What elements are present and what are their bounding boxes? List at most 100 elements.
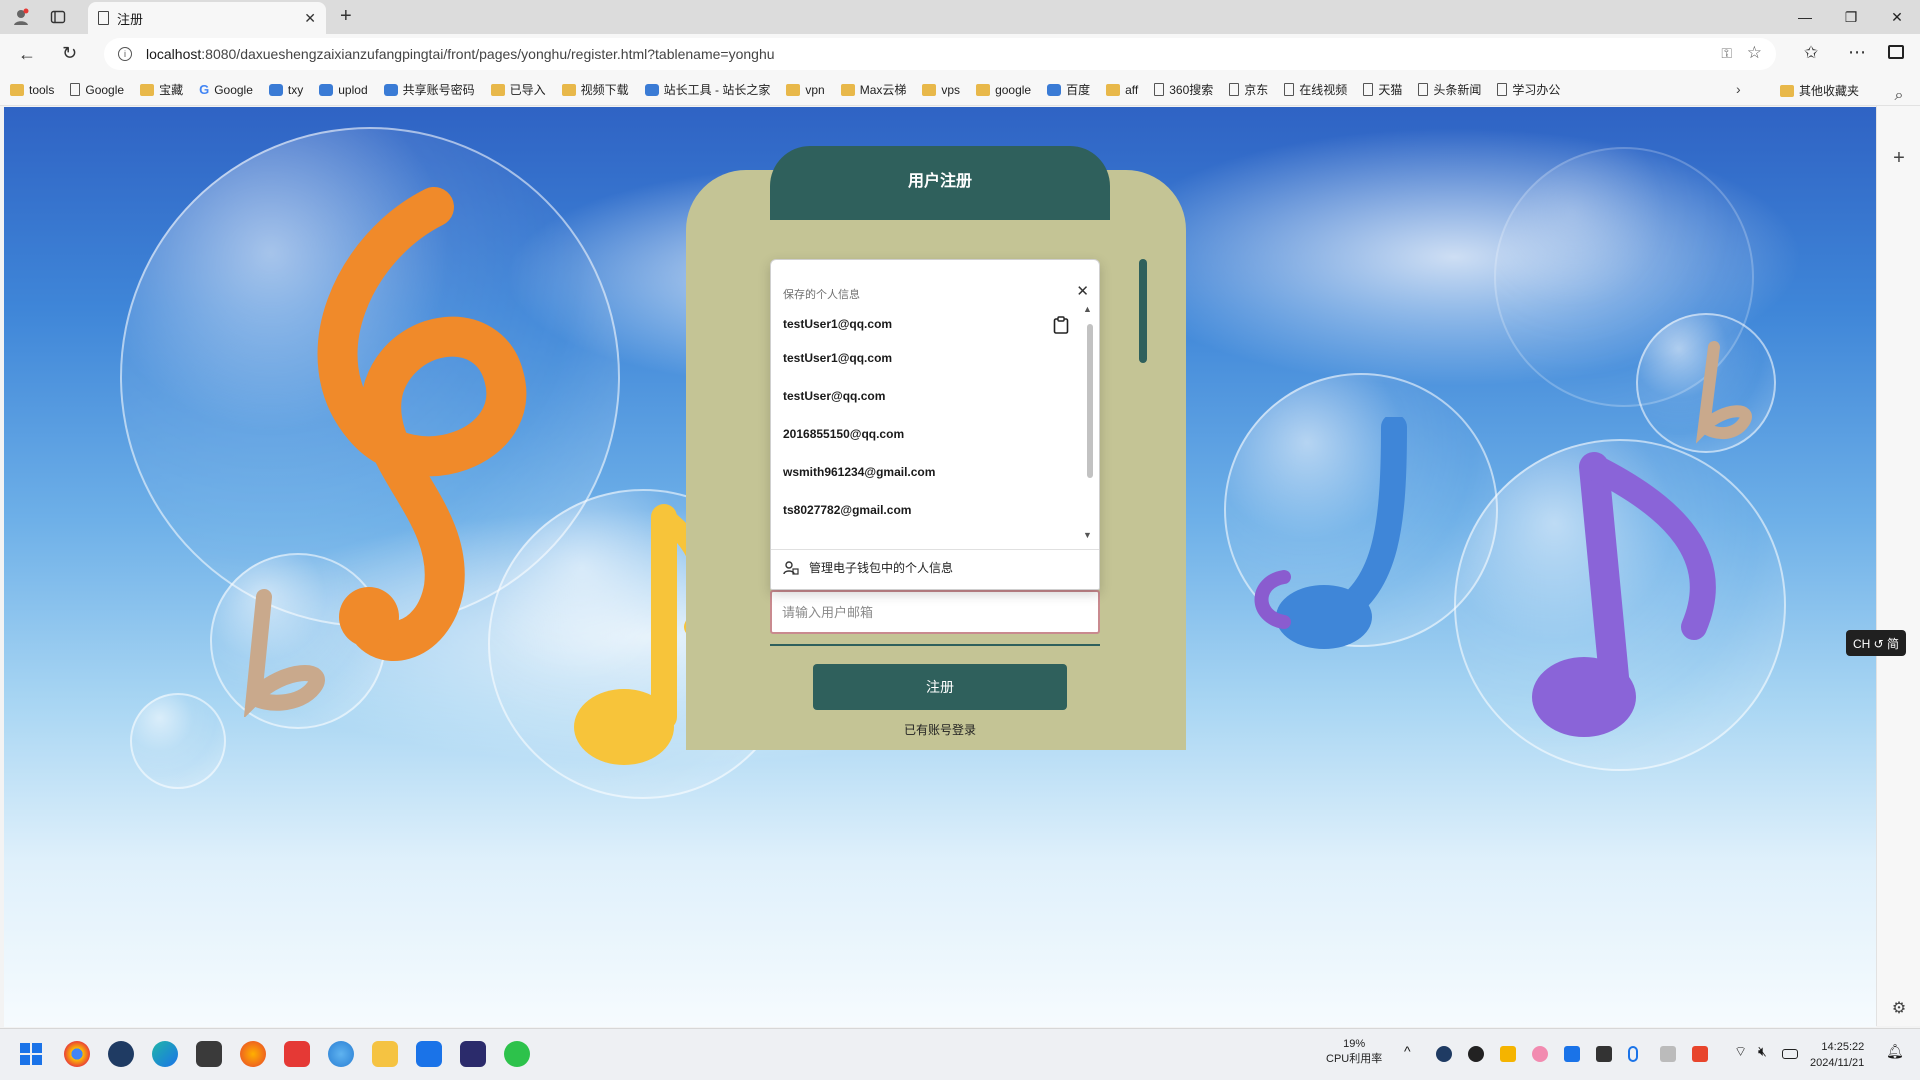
microphone-icon[interactable] [1628,1046,1638,1062]
tray-app-icon[interactable] [1436,1046,1452,1062]
favorites-icon[interactable]: ✩ [1804,43,1818,63]
clock[interactable]: 14:25:22 2024/11/21 [1810,1039,1864,1071]
back-icon[interactable]: ← [18,44,36,65]
form-scrollbar[interactable] [1139,259,1147,363]
login-link[interactable]: 已有账号登录 [870,721,1010,738]
bookmark-item[interactable]: 学习办公 [1497,81,1560,98]
bookmark-item[interactable]: 已导入 [490,81,546,98]
bookmark-item[interactable]: 天猫 [1363,81,1402,98]
bookmark-item[interactable]: 头条新闻 [1418,81,1481,98]
bookmark-item[interactable]: 共享账号密码 [383,81,475,98]
sublime-icon[interactable] [196,1041,222,1067]
more-icon[interactable]: ⋯ [1848,42,1866,63]
file-explorer-icon[interactable] [372,1041,398,1067]
firefox-icon[interactable] [240,1041,266,1067]
cpu-usage[interactable]: 19% CPU利用率 [1326,1037,1382,1067]
folder-icon [976,83,991,96]
bookmarks-overflow-icon[interactable]: › [1736,81,1741,97]
bookmarks-bar: tools Google 宝藏 G Google txy uplod 共享账号密码… [0,74,1920,106]
bookmark-item[interactable]: google [976,83,1031,97]
edge-icon[interactable] [152,1041,178,1067]
add-icon[interactable]: + [1889,147,1909,169]
bookmark-item[interactable]: 宝藏 [140,81,183,98]
refresh-icon[interactable]: ↻ [62,43,77,64]
sidebar-toggle-icon[interactable] [1888,45,1904,59]
tray-app-icon[interactable] [1692,1046,1708,1062]
notification-icon[interactable]: 🔔︎ [1886,1043,1904,1060]
close-window-icon[interactable]: ✕ [1874,0,1920,34]
bookmark-item[interactable]: vps [922,83,960,97]
bookmark-item[interactable]: uplod [319,83,368,97]
close-icon[interactable]: ✕ [1076,282,1089,300]
vpn-app-icon[interactable] [108,1041,134,1067]
restore-icon[interactable]: ❐ [1828,0,1874,34]
bookmark-item[interactable]: vpn [786,83,825,97]
bookmark-item[interactable]: txy [268,83,303,97]
tray-expand-icon[interactable]: ^ [1404,1043,1411,1059]
bookmark-item[interactable]: 百度 [1047,81,1090,98]
intellij-icon[interactable] [460,1041,486,1067]
profile-icon[interactable] [12,8,30,26]
gear-icon[interactable]: ⚙ [1889,998,1909,1018]
bookmark-item[interactable]: tools [10,83,54,97]
autofill-option[interactable]: testUser1@qq.com [783,351,892,365]
bookmark-item[interactable]: 站长工具 - 站长之家 [644,81,770,98]
clipboard-icon[interactable] [1053,316,1069,334]
site-info-icon[interactable]: i [118,47,132,61]
bookmark-item[interactable]: Google [70,83,124,97]
other-bookmarks[interactable]: 其他收藏夹 [1780,82,1859,99]
volume-icon[interactable]: 🔇︎ [1758,1043,1767,1060]
bookmark-item[interactable]: 在线视频 [1284,81,1347,98]
autofill-scrollbar[interactable] [1087,324,1093,478]
autofill-option[interactable]: testUser1@qq.com [783,317,892,331]
tab-register[interactable]: 注册 ✕ [88,2,326,34]
search-icon[interactable]: ⌕ [1889,86,1909,106]
tray-app-icon[interactable] [1500,1046,1516,1062]
minimize-icon[interactable]: — [1782,0,1828,34]
bookmark-item[interactable]: 京东 [1229,81,1268,98]
bookmark-item[interactable]: Max云梯 [840,81,906,98]
new-tab-icon[interactable]: + [340,5,352,28]
bookmark-item[interactable]: 360搜索 [1154,81,1213,98]
url-host: localhost [146,46,202,62]
autofill-divider [771,549,1099,550]
bookmark-item[interactable]: G Google [199,82,253,97]
folder-icon [1106,83,1121,96]
bookmark-item[interactable]: aff [1106,83,1138,97]
key-icon[interactable]: ⚿ [1721,45,1732,62]
autofill-option[interactable]: 2016855150@qq.com [783,427,904,441]
tray-app-icon[interactable] [1660,1046,1676,1062]
browser-icon[interactable] [328,1041,354,1067]
ime-indicator[interactable]: CH ↺ 简 [1846,630,1906,656]
wechat-icon[interactable] [504,1041,530,1067]
close-icon[interactable]: ✕ [304,10,316,27]
chevron-down-icon[interactable]: ▼ [1083,530,1092,540]
register-button[interactable]: 注册 [813,664,1067,710]
bookmark-item[interactable]: 视频下载 [561,81,629,98]
autofill-option[interactable]: wsmith961234@gmail.com [783,465,935,479]
chevron-up-icon[interactable]: ▲ [1083,304,1092,314]
manage-wallet-link[interactable]: 管理电子钱包中的个人信息 [783,559,953,576]
autofill-title: 保存的个人信息 [783,289,860,301]
email-input[interactable] [770,590,1100,634]
start-icon[interactable] [20,1043,42,1065]
tray-app-icon[interactable] [1532,1046,1548,1062]
tray-app-icon[interactable] [1596,1046,1612,1062]
wifi-icon[interactable]: ⌔ [1734,1043,1747,1061]
wps-icon[interactable] [284,1041,310,1067]
remote-app-icon[interactable] [416,1041,442,1067]
chrome-icon[interactable] [64,1041,90,1067]
autofill-option[interactable]: ts8027782@gmail.com [783,503,911,517]
tab-actions-icon[interactable] [50,9,66,25]
folder-icon [140,83,155,96]
page-icon [1284,83,1295,96]
google-icon: G [199,82,210,97]
tray-app-icon[interactable] [1564,1046,1580,1062]
baidu-icon [1047,83,1062,96]
tray-app-icon[interactable] [1468,1046,1484,1062]
battery-icon[interactable] [1782,1049,1798,1059]
favorite-star-icon[interactable]: ☆ [1747,43,1762,63]
folder-icon [561,83,576,96]
address-bar[interactable]: i localhost:8080/daxueshengzaixianzufang… [104,38,1776,70]
autofill-option[interactable]: testUser@qq.com [783,389,885,403]
